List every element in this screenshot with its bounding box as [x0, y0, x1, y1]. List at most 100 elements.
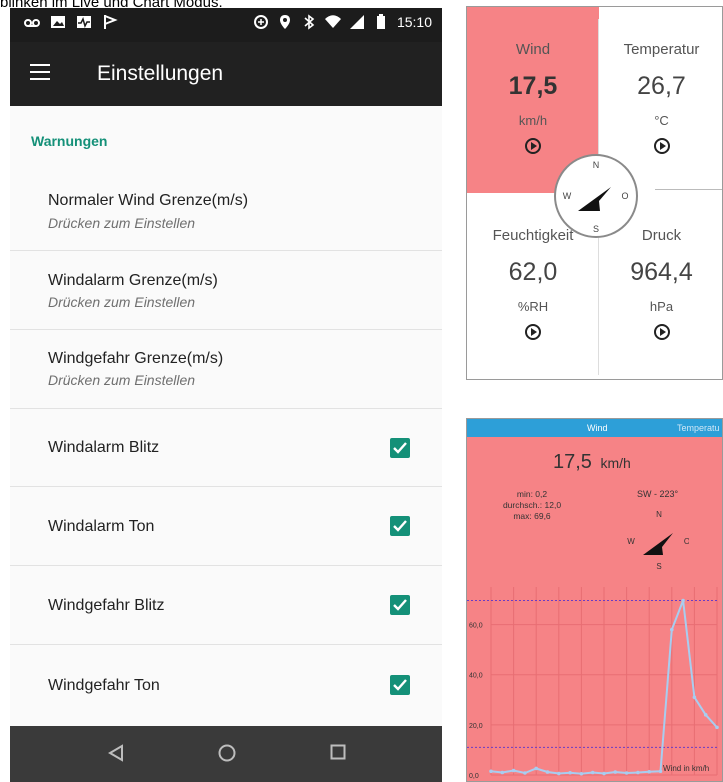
wind-danger-sound-checkbox[interactable]: [390, 675, 410, 695]
check-icon: [393, 599, 407, 611]
pressure-unit: hPa: [649, 299, 674, 314]
temperature-label: Temperatur: [623, 41, 700, 58]
data-point: [715, 725, 719, 730]
data-point: [624, 771, 629, 775]
pref-title: Windgefahr Blitz: [48, 597, 165, 614]
data-point: [703, 713, 708, 717]
temperature-cell[interactable]: Temperatur 26,7 °C: [599, 41, 722, 159]
stat-avg: durchsch.: 12,0: [502, 500, 562, 510]
chart-compass: N S W O: [627, 510, 689, 571]
live-mode-panel: Wind 17,5 km/h Temperatur 26,7 °C Feucht…: [466, 6, 723, 380]
temperature-unit: °C: [654, 113, 669, 128]
compass-n: N: [593, 160, 600, 170]
pref-title: Windgefahr Grenze(m/s): [48, 350, 224, 367]
menu-icon[interactable]: [30, 64, 50, 84]
pref-wind-danger-limit[interactable]: Windgefahr Grenze(m/s) Drücken zum Einst…: [10, 329, 442, 409]
pref-wind-danger-sound[interactable]: Windgefahr Ton: [10, 644, 442, 726]
data-point: [636, 770, 640, 775]
compass-w: W: [563, 191, 572, 201]
chart-unit: km/h: [600, 455, 631, 471]
wind-direction: SW - 223°: [637, 489, 679, 499]
data-point: [590, 770, 595, 775]
pref-normal-wind-limit[interactable]: Normaler Wind Grenze(m/s) Drücken zum Ei…: [10, 168, 442, 251]
pref-wind-alarm-limit[interactable]: Windalarm Grenze(m/s) Drücken zum Einste…: [10, 250, 442, 330]
compass-w: W: [627, 537, 635, 546]
data-saver-icon: [253, 15, 268, 29]
signal-icon: [349, 15, 364, 29]
temperature-value: 26,7: [637, 72, 686, 100]
wind-label: Wind: [515, 41, 551, 58]
stat-min: min: 0,2: [516, 489, 548, 499]
tab-wind[interactable]: Wind: [587, 423, 608, 433]
check-icon: [393, 442, 407, 454]
clock: 15:10: [396, 14, 432, 30]
back-icon[interactable]: [108, 744, 124, 762]
legend-label: Wind in km/h: [663, 764, 709, 773]
data-point: [511, 768, 516, 773]
compass-s: S: [656, 562, 661, 571]
section-header-warnings: Warnungen: [31, 133, 108, 149]
y-tick-label: 40,0: [469, 673, 483, 680]
bluetooth-icon: [304, 14, 315, 30]
pref-wind-alarm-sound[interactable]: Windalarm Ton: [10, 486, 442, 566]
data-point: [523, 771, 527, 775]
data-point: [568, 770, 572, 775]
activity-icon: [77, 16, 91, 29]
play-icon[interactable]: [653, 324, 670, 340]
play-icon[interactable]: [525, 324, 541, 340]
humidity-cell[interactable]: Feuchtigkeit 62,0 %RH: [467, 227, 599, 345]
compass-widget: N S W O: [554, 154, 638, 238]
pref-title: Windgefahr Ton: [48, 677, 160, 694]
divider: [655, 189, 722, 190]
data-point: [557, 771, 561, 776]
tab-temperature[interactable]: Temperatu: [677, 423, 720, 433]
pref-wind-danger-flash[interactable]: Windgefahr Blitz: [10, 565, 442, 645]
pref-title: Windalarm Blitz: [48, 439, 160, 456]
compass-n: N: [656, 510, 662, 519]
wind-unit: km/h: [518, 113, 548, 128]
pressure-cell[interactable]: Druck 964,4 hPa: [599, 227, 722, 345]
check-icon: [393, 679, 407, 691]
page-title: Einstellungen: [97, 62, 224, 85]
battery-icon: [376, 14, 385, 29]
chart-tab-bar: Wind Temperatu: [467, 419, 722, 437]
wind-alarm-flash-checkbox[interactable]: [390, 438, 410, 458]
y-tick-label: 20,0: [469, 723, 483, 730]
data-point: [579, 771, 584, 776]
play-icon[interactable]: [653, 138, 670, 154]
data-point: [602, 771, 606, 776]
compass-o: O: [621, 191, 628, 201]
wind-value: 17,5: [508, 72, 558, 100]
stat-max: max: 69,6: [513, 511, 551, 521]
image-icon: [51, 16, 65, 28]
phone-screen: 15:10 Einstellungen Warnungen Normaler W…: [10, 8, 442, 782]
data-point: [613, 770, 618, 774]
wind-alarm-sound-checkbox[interactable]: [390, 516, 410, 536]
wind-danger-flash-checkbox[interactable]: [390, 595, 410, 615]
wind-cell[interactable]: Wind 17,5 km/h: [467, 41, 599, 159]
pressure-value: 964,4: [630, 258, 693, 286]
flag-icon: [104, 15, 118, 29]
home-icon[interactable]: [218, 744, 236, 762]
y-tick-label: 60,0: [469, 623, 483, 630]
pref-title: Windalarm Grenze(m/s): [48, 272, 218, 289]
data-point: [489, 769, 493, 774]
pref-summary: Drücken zum Einstellen: [48, 215, 196, 231]
app-toolbar: Einstellungen: [10, 42, 442, 106]
data-point: [534, 766, 538, 771]
check-icon: [393, 520, 407, 532]
chart-stats: min: 0,2 durchsch.: 12,0 max: 69,6: [497, 489, 567, 522]
y-tick-label: 0,0: [469, 773, 479, 780]
wifi-icon: [324, 15, 341, 28]
pref-summary: Drücken zum Einstellen: [48, 372, 196, 388]
data-point: [500, 770, 505, 775]
compass-arrow-icon: [643, 533, 673, 555]
data-point: [647, 769, 651, 774]
pref-wind-alarm-flash[interactable]: Windalarm Blitz: [10, 408, 442, 487]
recents-icon[interactable]: [330, 744, 346, 760]
play-icon[interactable]: [525, 138, 541, 154]
chart-current-value: 17,5 km/h: [553, 451, 631, 474]
wind-line-chart: 60,0 40,0 20,0 0,0 Wind in km/h: [467, 587, 719, 780]
voicemail-icon: [24, 19, 40, 27]
data-point: [670, 627, 674, 632]
